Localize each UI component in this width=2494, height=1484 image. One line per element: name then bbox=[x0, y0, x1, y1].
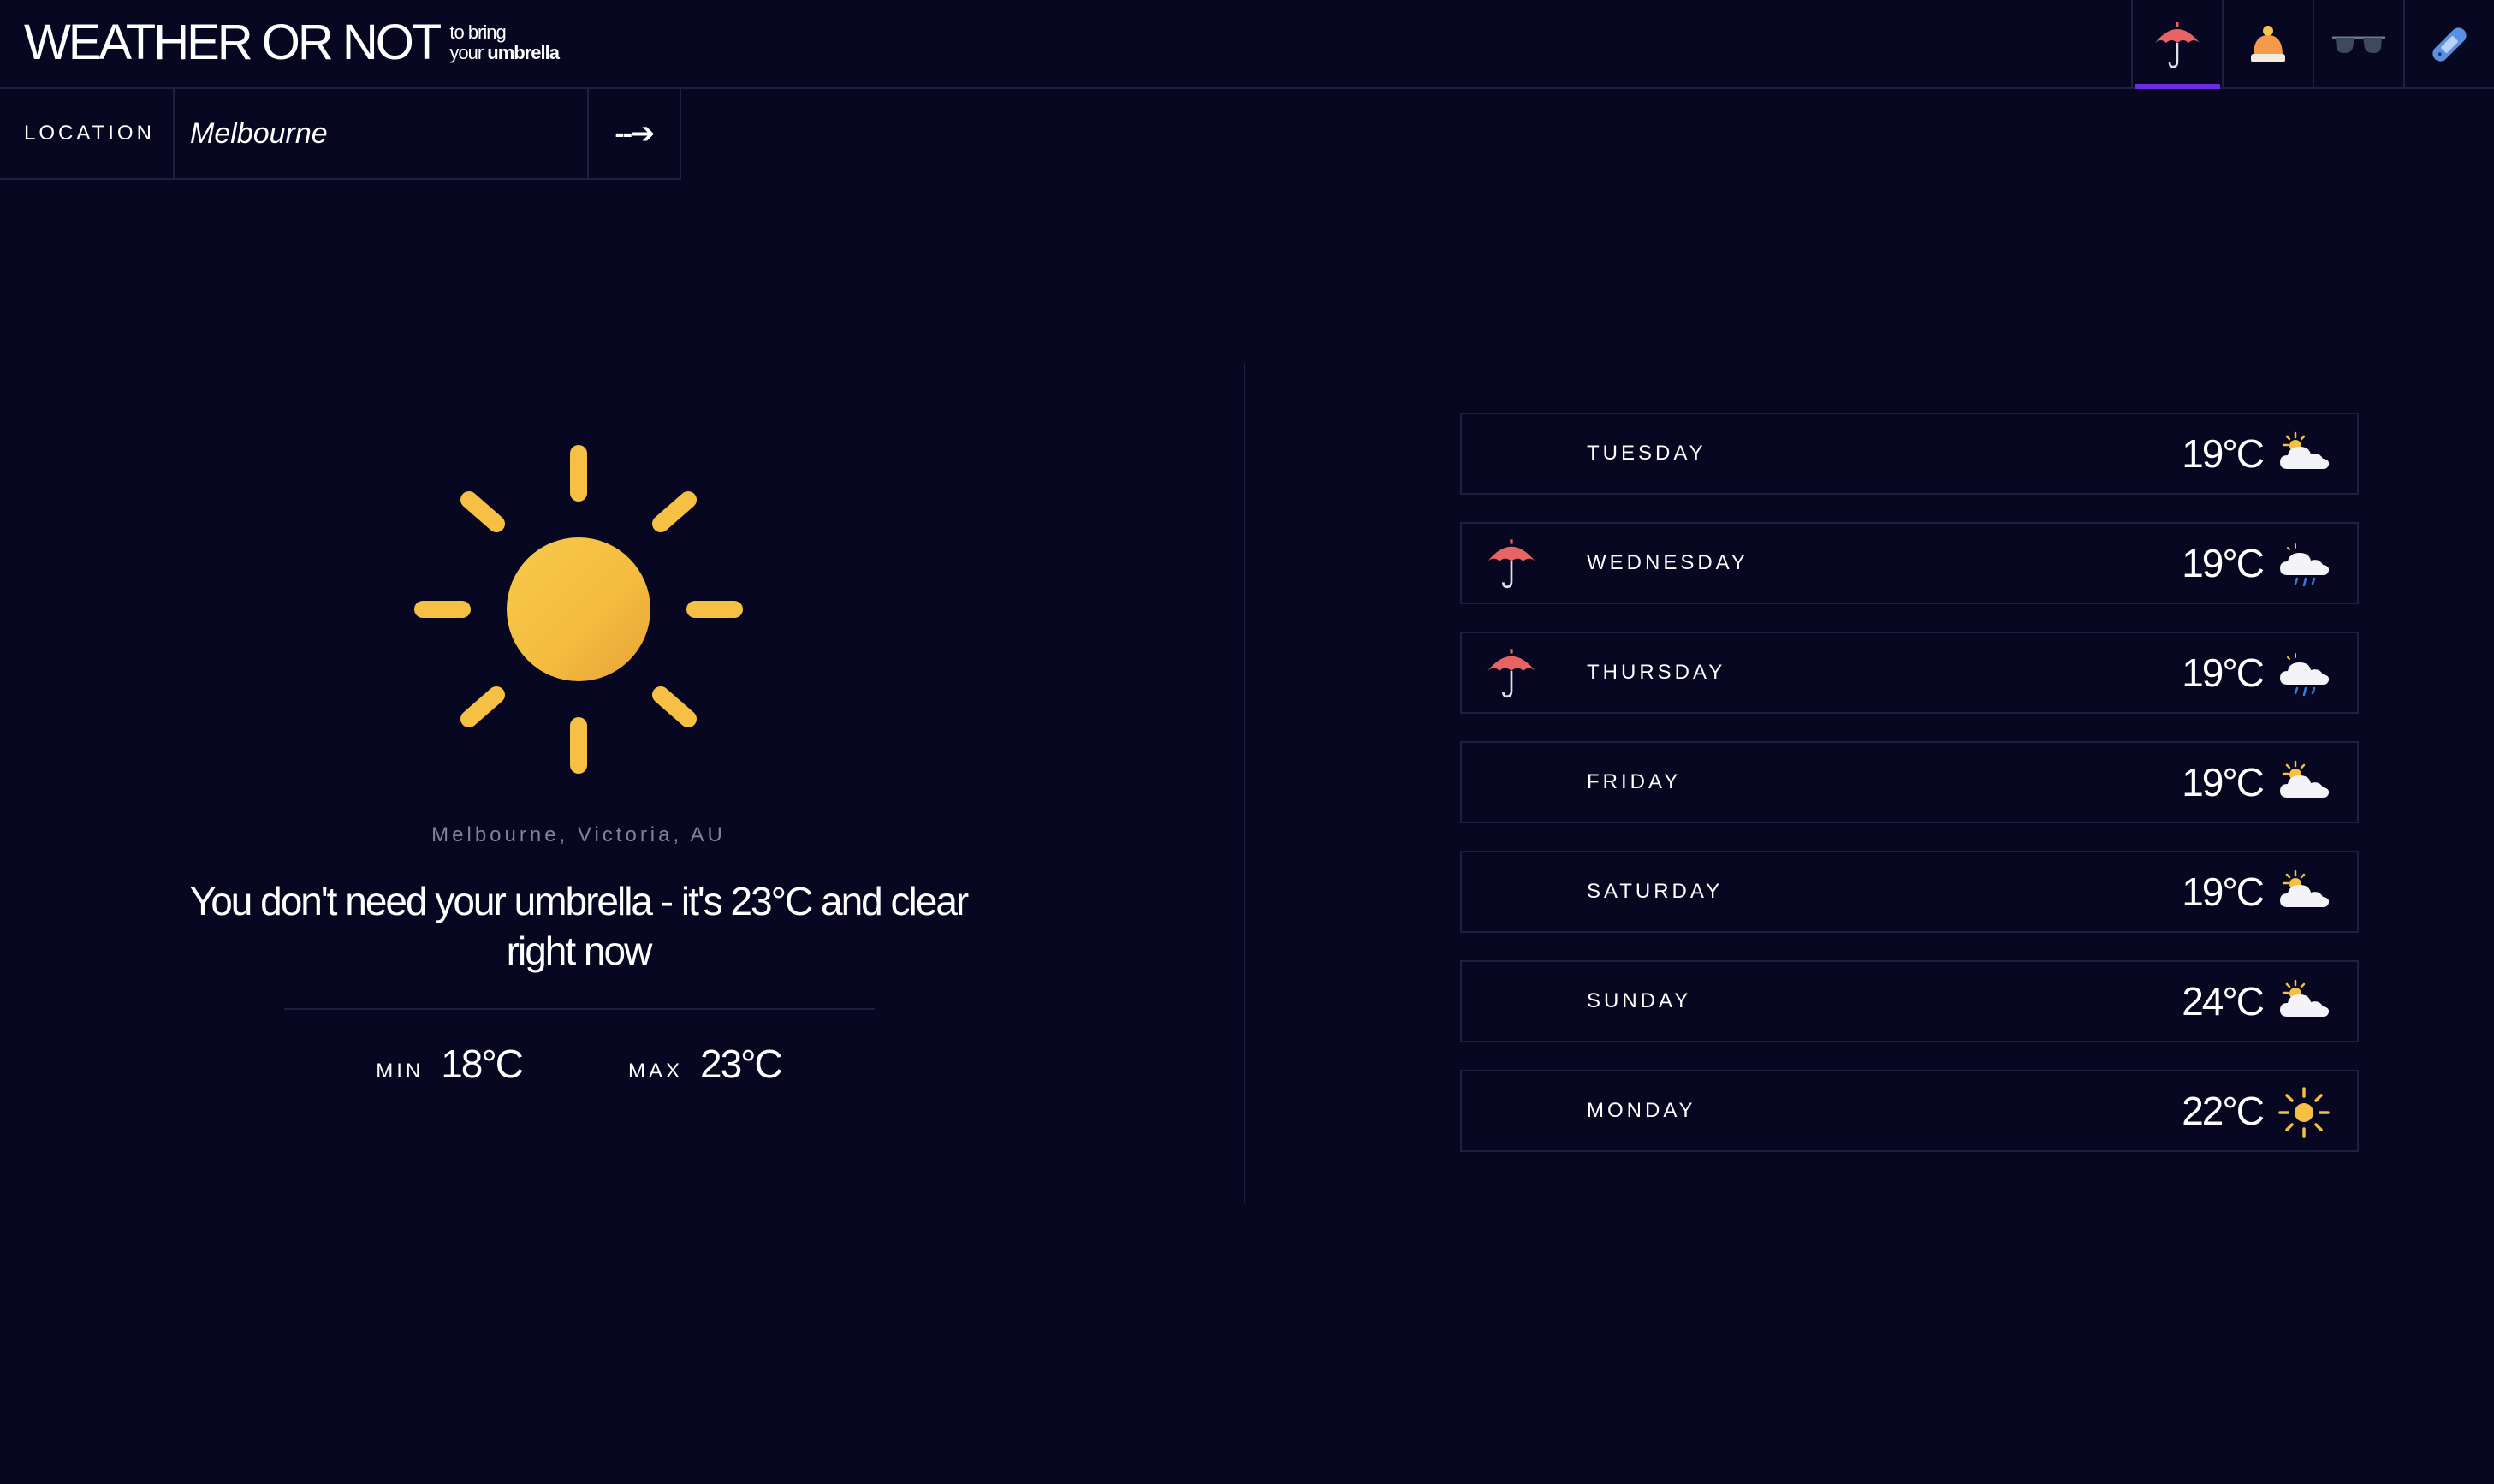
sun-icon bbox=[414, 445, 743, 774]
forecast-temp: 19°C bbox=[2182, 870, 2265, 914]
weather-summary: You don't need your umbrella - it's 23°C… bbox=[189, 879, 970, 973]
sunscreen-icon bbox=[2432, 27, 2467, 62]
forecast-day: THURSDAY bbox=[1587, 661, 1726, 684]
logo[interactable]: WEATHER OR NOT to bring your umbrella bbox=[24, 15, 560, 70]
forecast-list: TUESDAY 19°C WEDNESDAY 19°C THURSDAY 19°… bbox=[1460, 413, 2359, 1179]
forecast-icon-slot bbox=[2277, 866, 2331, 921]
location-label: LOCATION bbox=[0, 89, 175, 178]
forecast-temp: 24°C bbox=[2182, 979, 2265, 1024]
app-header: WEATHER OR NOT to bring your umbrella bbox=[0, 0, 2494, 89]
location-bar: LOCATION --➔ bbox=[0, 89, 681, 180]
tab-sunscreen[interactable] bbox=[2403, 0, 2494, 89]
forecast-icon-slot bbox=[2277, 647, 2331, 702]
rain-cloud-icon bbox=[2280, 653, 2330, 697]
forecast-row-1[interactable]: WEDNESDAY 19°C bbox=[1460, 522, 2359, 604]
umbrella-slot bbox=[1484, 426, 1539, 481]
min-max-temps: MIN 18°C MAX 23°C bbox=[0, 1041, 1157, 1087]
tab-beanie[interactable] bbox=[2222, 0, 2313, 89]
forecast-temp: 19°C bbox=[2182, 541, 2265, 585]
forecast-day: WEDNESDAY bbox=[1587, 551, 1749, 574]
logo-tagline: to bring your umbrella bbox=[449, 21, 560, 63]
umbrella-icon bbox=[2155, 22, 2200, 68]
partly-cloudy-icon bbox=[2280, 979, 2330, 1017]
max-temp-label: MAX bbox=[627, 1060, 683, 1083]
sun-icon bbox=[2278, 1087, 2330, 1138]
forecast-row-2[interactable]: THURSDAY 19°C bbox=[1460, 632, 2359, 714]
max-temp: MAX 23°C bbox=[627, 1041, 783, 1087]
partly-cloudy-icon bbox=[2280, 760, 2330, 798]
mode-tabs bbox=[2131, 0, 2494, 89]
forecast-day: MONDAY bbox=[1587, 1099, 1696, 1122]
column-divider bbox=[1244, 363, 1245, 1203]
location-submit-button[interactable]: --➔ bbox=[589, 89, 680, 178]
forecast-icon-slot bbox=[2277, 976, 2331, 1030]
forecast-temp: 22°C bbox=[2182, 1089, 2265, 1133]
umbrella-slot bbox=[1484, 1083, 1539, 1138]
sunglasses-icon bbox=[2332, 36, 2385, 53]
forecast-temp: 19°C bbox=[2182, 431, 2265, 476]
rain-cloud-icon bbox=[2280, 543, 2330, 587]
forecast-row-0[interactable]: TUESDAY 19°C bbox=[1460, 413, 2359, 495]
location-input[interactable] bbox=[175, 89, 589, 178]
min-temp-value: 18°C bbox=[441, 1042, 524, 1086]
tab-sunglasses[interactable] bbox=[2313, 0, 2403, 89]
forecast-icon-slot bbox=[2277, 428, 2331, 483]
umbrella-slot bbox=[1484, 536, 1539, 591]
min-temp: MIN 18°C bbox=[376, 1041, 524, 1087]
forecast-row-5[interactable]: SUNDAY 24°C bbox=[1460, 960, 2359, 1042]
umbrella-icon bbox=[1487, 539, 1535, 589]
forecast-row-3[interactable]: FRIDAY 19°C bbox=[1460, 741, 2359, 823]
forecast-day: TUESDAY bbox=[1587, 442, 1707, 465]
forecast-temp: 19°C bbox=[2182, 650, 2265, 695]
min-temp-label: MIN bbox=[376, 1060, 425, 1083]
forecast-icon-slot bbox=[2277, 757, 2331, 811]
umbrella-slot bbox=[1484, 974, 1539, 1029]
logo-tagline-line2: your umbrella bbox=[449, 42, 560, 63]
forecast-icon-slot bbox=[2277, 537, 2331, 592]
logo-title: WEATHER OR NOT bbox=[24, 15, 442, 70]
logo-tagline-strong: umbrella bbox=[487, 42, 560, 63]
logo-tagline-prefix: your bbox=[449, 42, 484, 63]
logo-tagline-line1: to bring bbox=[449, 21, 506, 43]
forecast-temp: 19°C bbox=[2182, 760, 2265, 804]
tab-umbrella[interactable] bbox=[2131, 0, 2222, 89]
umbrella-slot bbox=[1484, 645, 1539, 700]
forecast-icon-slot bbox=[2277, 1085, 2331, 1140]
current-location-name: Melbourne, Victoria, AU bbox=[431, 823, 726, 846]
umbrella-icon bbox=[1487, 649, 1535, 698]
forecast-row-6[interactable]: MONDAY 22°C bbox=[1460, 1070, 2359, 1152]
divider bbox=[284, 1008, 875, 1010]
forecast-row-4[interactable]: SATURDAY 19°C bbox=[1460, 851, 2359, 933]
partly-cloudy-icon bbox=[2280, 870, 2330, 907]
umbrella-slot bbox=[1484, 864, 1539, 919]
forecast-day: FRIDAY bbox=[1587, 770, 1682, 793]
forecast-day: SATURDAY bbox=[1587, 880, 1724, 903]
forecast-day: SUNDAY bbox=[1587, 989, 1692, 1012]
partly-cloudy-icon bbox=[2280, 431, 2330, 469]
max-temp-value: 23°C bbox=[700, 1042, 783, 1086]
umbrella-slot bbox=[1484, 755, 1539, 810]
beanie-icon bbox=[2251, 26, 2285, 62]
